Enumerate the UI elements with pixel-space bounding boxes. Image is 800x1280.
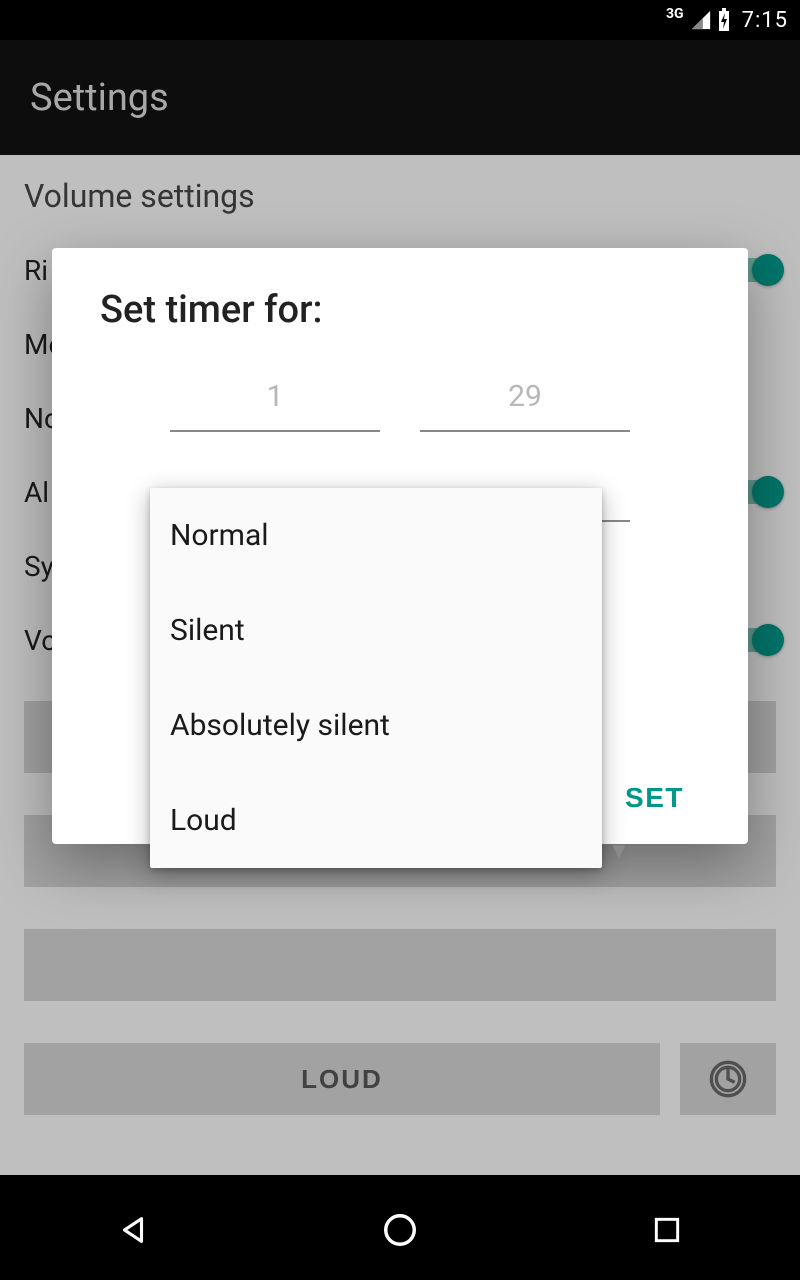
dropdown-caret-icon: ▼: [608, 838, 630, 864]
dropdown-item-silent[interactable]: Silent: [150, 583, 602, 678]
signal-icon: [690, 9, 712, 31]
picker-value-faded: 29: [420, 362, 630, 432]
system-nav-bar: [0, 1180, 800, 1280]
profile-dropdown: Normal Silent Absolutely silent Loud: [150, 488, 602, 868]
clock: 7:15: [742, 8, 788, 33]
battery-icon: [716, 8, 732, 32]
back-button[interactable]: [108, 1205, 158, 1255]
set-button[interactable]: SET: [625, 782, 684, 814]
picker-value-faded: 1: [170, 362, 380, 432]
dialog-title: Set timer for:: [100, 288, 700, 332]
recents-button[interactable]: [642, 1205, 692, 1255]
dropdown-item-loud[interactable]: Loud: [150, 773, 602, 868]
dropdown-item-absolutely-silent[interactable]: Absolutely silent: [150, 678, 602, 773]
status-bar: 3G 7:15: [0, 0, 800, 40]
network-indicator: 3G: [666, 6, 684, 22]
dropdown-item-normal[interactable]: Normal: [150, 488, 602, 583]
home-button[interactable]: [375, 1205, 425, 1255]
